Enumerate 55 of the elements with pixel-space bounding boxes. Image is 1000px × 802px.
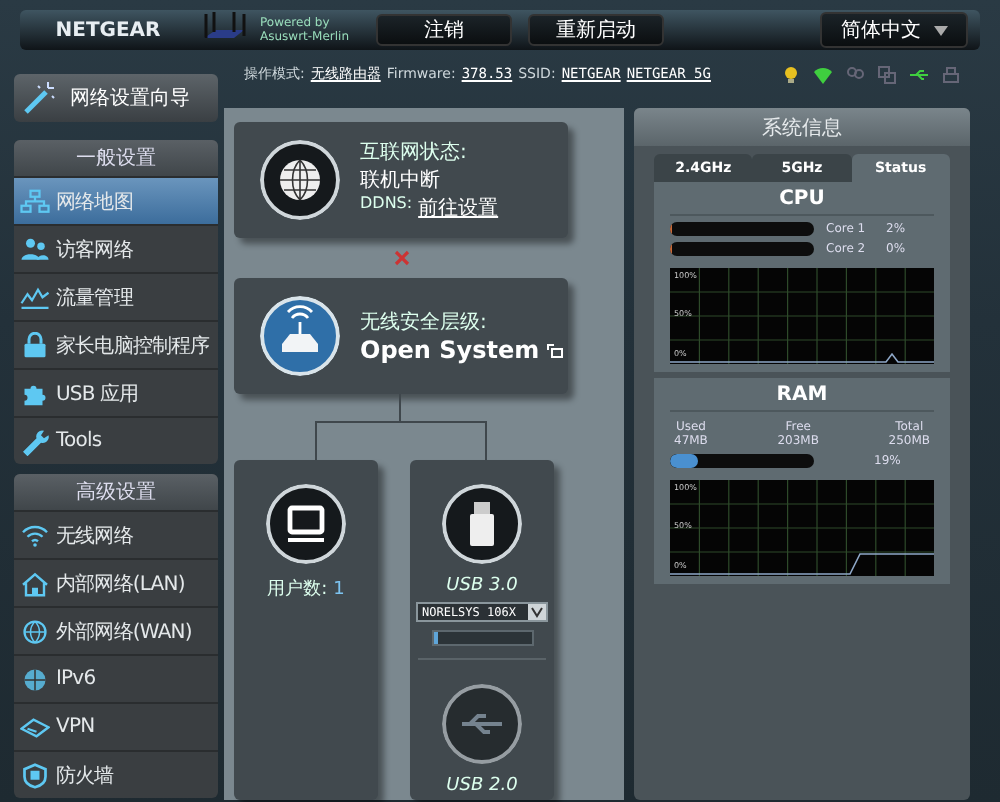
internet-status-label: 互联网状态:: [360, 139, 469, 166]
panel-title: 系统信息: [634, 108, 970, 146]
menu-group-title: 一般设置: [14, 140, 218, 176]
menu-icon: [20, 665, 50, 693]
sidebar-item[interactable]: 内部网络(LAN): [14, 558, 218, 606]
section-title: RAM: [670, 384, 934, 412]
sidebar-item[interactable]: 流量管理: [14, 272, 218, 320]
usb-icon: [442, 684, 522, 764]
sidebar-item[interactable]: Tools: [14, 416, 218, 464]
usb-port-label: USB 2.0: [446, 776, 518, 796]
router-card[interactable]: 无线安全层级: Open System: [234, 278, 568, 394]
usb-port-label: USB 3.0: [446, 576, 518, 596]
header-button[interactable]: 注销: [376, 14, 512, 46]
security-label: 无线安全层级:: [360, 309, 489, 337]
menu-icon: [20, 713, 50, 741]
menu-icon: [20, 187, 50, 215]
bulb-icon[interactable]: [782, 65, 800, 83]
ddns-label: DDNS:: [360, 193, 413, 216]
router-icon: [260, 296, 340, 377]
menu-icon: [20, 235, 50, 263]
sidebar-item[interactable]: 家长电脑控制程序: [14, 320, 218, 368]
usb-icon[interactable]: [910, 65, 928, 83]
client-count: 用户数: 1: [267, 577, 345, 602]
menu-icon: [20, 283, 50, 311]
menu-icon: [20, 521, 50, 549]
sidebar-item[interactable]: USB 应用: [14, 368, 218, 416]
clients-card[interactable]: 用户数: 1: [234, 460, 378, 800]
internet-card[interactable]: 互联网状态: 联机中断 DDNS: 前往设置: [234, 122, 568, 238]
internet-status: 联机中断: [360, 167, 442, 194]
header-button[interactable]: 重新启动: [528, 14, 664, 46]
brand-logo: NETGEAR: [53, 19, 163, 41]
usb-drive-icon: [442, 484, 522, 564]
wifi-icon[interactable]: [814, 65, 832, 83]
menu-icon: [20, 761, 50, 789]
monitor-icon: [266, 484, 346, 564]
sidebar-item[interactable]: VPN: [14, 702, 218, 750]
setup-wizard-button[interactable]: 网络设置向导: [14, 74, 218, 122]
wand-icon: [22, 82, 58, 114]
menu-icon: [20, 569, 50, 597]
sidebar-item[interactable]: IPv6: [14, 654, 218, 702]
sidebar-item[interactable]: 外部网络(WAN): [14, 606, 218, 654]
sidebar-item[interactable]: 访客网络: [14, 224, 218, 272]
sidebar-item[interactable]: 防火墙: [14, 750, 218, 798]
menu-group-title: 高级设置: [14, 474, 218, 510]
menu-icon: [20, 331, 50, 359]
language-select[interactable]: 简体中文: [820, 12, 968, 48]
menu-icon: [20, 617, 50, 645]
globe-icon: [260, 139, 340, 220]
ddns-link[interactable]: 前往设置: [418, 193, 499, 222]
sidebar-item[interactable]: 无线网络: [14, 510, 218, 558]
dropdown-icon: [528, 604, 546, 620]
security-level: Open System: [360, 336, 540, 365]
menu-icon: [20, 427, 50, 455]
caret-icon: [933, 25, 947, 35]
section-title: CPU: [670, 188, 934, 216]
